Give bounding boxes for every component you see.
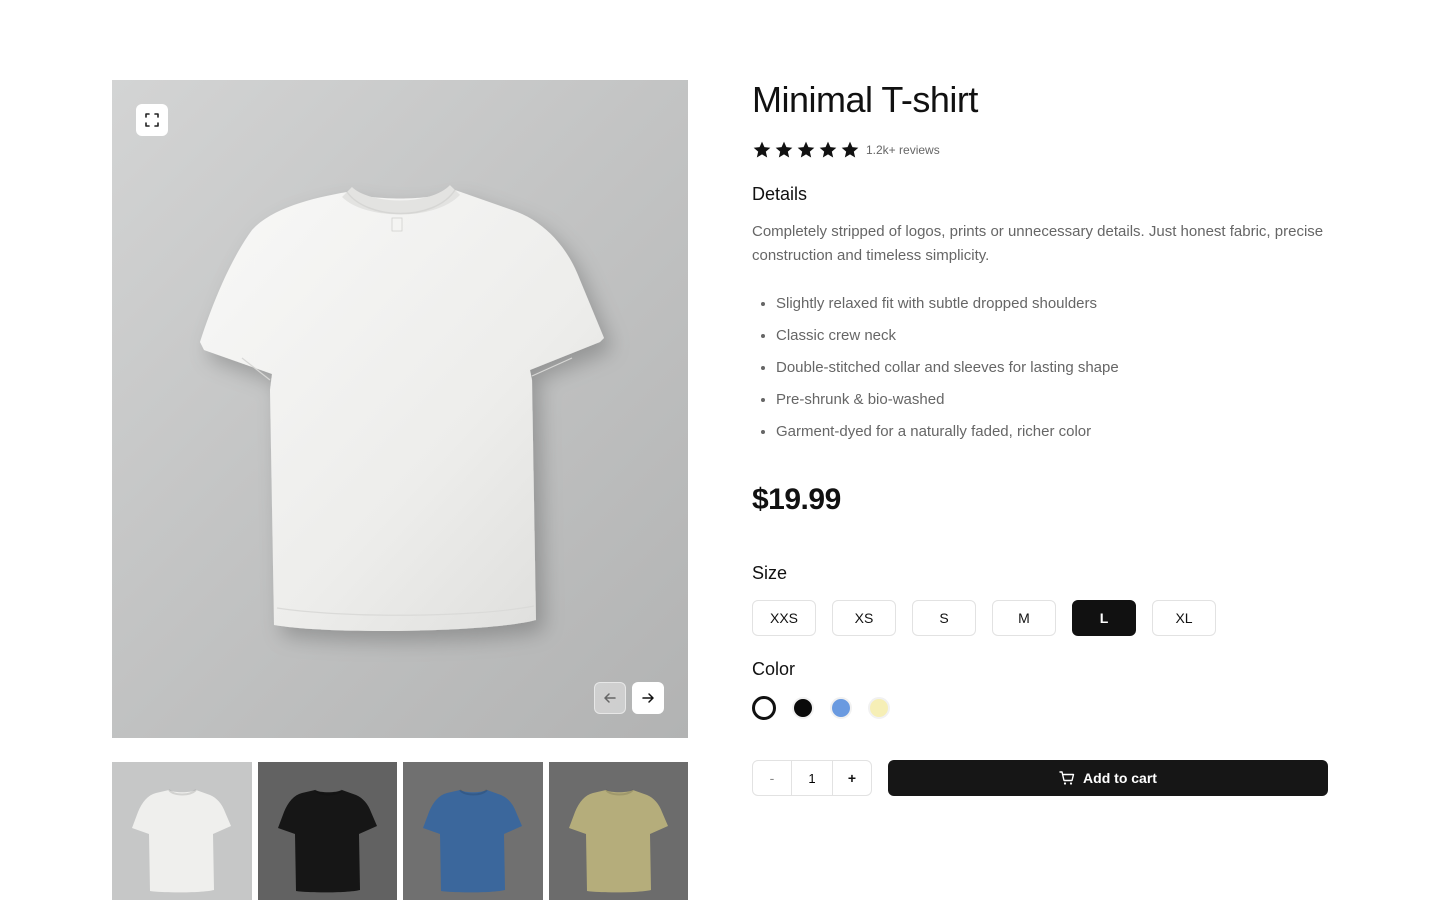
add-to-cart-label: Add to cart — [1083, 770, 1157, 786]
size-option-m[interactable]: M — [992, 600, 1056, 636]
feature-item: Garment-dyed for a naturally faded, rich… — [776, 420, 1119, 444]
product-info: Minimal T-shirt 1.2k+ reviews Details Co… — [752, 79, 1328, 796]
color-selector — [752, 696, 890, 720]
color-swatch-yellow[interactable] — [868, 697, 890, 719]
add-to-cart-button[interactable]: Add to cart — [888, 760, 1328, 796]
size-selector: XXS XS S M L XL — [752, 600, 1216, 636]
thumbnail-strip — [112, 762, 688, 900]
expand-icon — [145, 113, 159, 127]
size-option-l[interactable]: L — [1072, 600, 1136, 636]
color-swatch-blue[interactable] — [830, 697, 852, 719]
previous-image-button[interactable] — [594, 682, 626, 714]
feature-list: Slightly relaxed fit with subtle dropped… — [752, 292, 1119, 452]
color-heading: Color — [752, 659, 796, 679]
color-swatch-black[interactable] — [792, 697, 814, 719]
product-description: Completely stripped of logos, prints or … — [752, 223, 1324, 264]
tshirt-thumbnail-image — [277, 789, 377, 893]
feature-item: Slightly relaxed fit with subtle dropped… — [776, 292, 1119, 316]
star-icon — [775, 141, 793, 158]
color-swatch-white[interactable] — [752, 696, 776, 720]
thumbnail-white[interactable] — [112, 762, 252, 900]
thumbnail-black[interactable] — [257, 762, 397, 900]
feature-item: Double-stitched collar and sleeves for l… — [776, 356, 1119, 380]
tshirt-thumbnail-image — [568, 789, 668, 893]
star-icon — [819, 141, 837, 158]
tshirt-thumbnail-image — [132, 789, 231, 893]
quantity-stepper: - + — [752, 760, 872, 796]
expand-image-button[interactable] — [136, 104, 168, 136]
arrow-right-icon — [642, 693, 654, 703]
quantity-increase-button[interactable]: + — [832, 760, 872, 796]
next-image-button[interactable] — [632, 682, 664, 714]
tshirt-image — [200, 184, 604, 632]
arrow-left-icon — [604, 693, 616, 703]
thumbnail-blue[interactable] — [403, 762, 543, 900]
feature-item: Classic crew neck — [776, 324, 1119, 348]
thumbnail-olive[interactable] — [548, 762, 688, 900]
purchase-row: - + Add to cart — [752, 760, 1328, 796]
feature-item: Pre-shrunk & bio-washed — [776, 388, 1119, 412]
product-price: $19.99 — [752, 483, 841, 516]
size-option-xs[interactable]: XS — [832, 600, 896, 636]
star-icon — [841, 141, 859, 158]
details-heading: Details — [752, 184, 808, 204]
reviews-count[interactable]: 1.2k+ reviews — [866, 143, 940, 157]
size-option-xl[interactable]: XL — [1152, 600, 1216, 636]
rating: 1.2k+ reviews — [752, 140, 1328, 160]
star-icon — [753, 141, 771, 158]
size-option-xxs[interactable]: XXS — [752, 600, 816, 636]
size-heading: Size — [752, 563, 788, 583]
main-product-image — [112, 80, 688, 738]
quantity-decrease-button[interactable]: - — [752, 760, 792, 796]
star-rating — [752, 140, 860, 160]
quantity-input[interactable] — [792, 760, 832, 796]
product-title: Minimal T-shirt — [752, 79, 978, 120]
size-option-s[interactable]: S — [912, 600, 976, 636]
tshirt-thumbnail-image — [423, 789, 522, 893]
star-icon — [797, 141, 815, 158]
cart-icon — [1059, 771, 1075, 785]
